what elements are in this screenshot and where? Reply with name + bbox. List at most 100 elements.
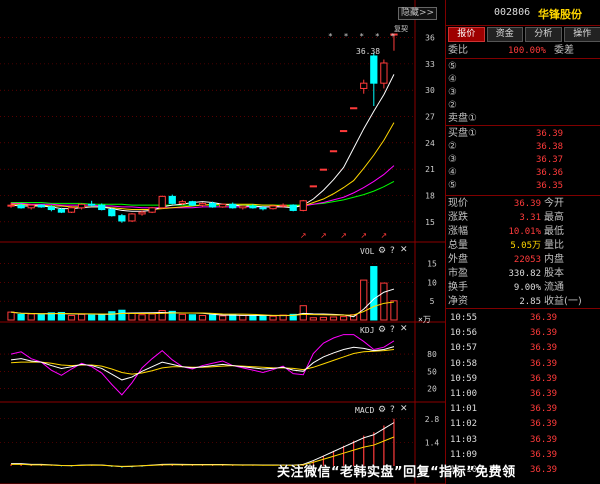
candle-body[interactable] [339,130,348,133]
quote-value: 22053 [513,255,541,265]
candle-body[interactable] [319,168,328,171]
sell-row[interactable]: ③ [446,86,600,99]
quote-label-2: 收益(一) [544,296,582,307]
vol-gear-icon[interactable]: ⚙ [378,246,386,256]
candle-body[interactable] [299,200,307,211]
tab-quote[interactable]: 报价 [448,27,485,42]
candle-body[interactable] [249,205,257,209]
volume-bar [319,316,328,321]
kdj-gear-icon[interactable]: ⚙ [378,325,386,335]
candle-body[interactable] [108,209,116,217]
buy-row[interactable]: ③ 36.37 [446,153,600,166]
tick-row: 10:55 36.39 [446,311,600,324]
candle-body[interactable] [188,201,197,206]
sell-level-label: ② [448,100,457,111]
candle-body[interactable] [380,62,388,84]
vol-label: VOL [360,247,375,256]
sell-row[interactable]: 卖盘① [446,112,600,125]
vol-close-icon[interactable]: ✕ [400,245,408,255]
candle-body[interactable] [178,201,186,204]
tick-time: 10:56 [450,328,478,339]
tick-price: 36.39 [530,373,558,384]
candle-body[interactable] [208,202,217,208]
volume-bar [390,300,398,321]
volume-bar [299,305,307,321]
quote-row: 外盘 22053 内盘 [446,253,600,266]
candle-body[interactable] [17,204,25,209]
candle-body[interactable] [118,215,126,222]
candle-body[interactable] [229,203,237,209]
candle-body[interactable] [329,150,338,153]
buy-level-label: ③ [448,154,457,165]
candle-body[interactable] [269,205,277,210]
sell-row[interactable]: ④ [446,73,600,86]
vol-unit: ×万 [418,315,431,324]
buy-row[interactable]: 买盘① 36.39 [446,127,600,140]
candle-body[interactable] [158,195,166,209]
candle-body[interactable] [128,213,136,222]
macd-close-icon[interactable]: ✕ [400,404,408,414]
candle-body[interactable] [7,204,15,207]
volume-bar [380,282,388,321]
candle-body[interactable] [259,207,267,210]
candle-body[interactable] [239,205,247,209]
quote-value: 2.85 [519,297,541,307]
candle-body[interactable] [219,203,227,208]
volume-bar [108,311,116,321]
candle-body[interactable] [370,55,378,84]
buy-row[interactable]: ② 36.38 [446,140,600,153]
tick-price: 36.39 [530,328,558,339]
watermark-text: 关注微信“老韩实盘”回复“指标”免费领 [277,465,516,480]
volume-bar [27,313,35,321]
sell-row[interactable]: ② [446,99,600,112]
hide-button[interactable]: 隐藏>> [398,7,438,20]
candle-body[interactable] [360,82,368,89]
kdj-tick-label: 80 [427,350,437,359]
tick-time: 11:02 [450,419,478,430]
divider [446,58,600,59]
tab-operate[interactable]: 操作 [563,27,600,42]
candle-body[interactable] [88,203,96,206]
candle-body[interactable] [350,107,358,110]
sell-row[interactable]: ⑤ [446,60,600,73]
kdj-tick-label: 50 [427,367,437,376]
candle-body[interactable] [47,206,55,211]
divider [446,125,600,126]
quote-label: 净资 [448,296,468,307]
candle-body[interactable] [138,211,146,215]
quote-row: 现价 36.39 今开 [446,197,600,210]
candle-body[interactable] [57,209,66,213]
volume-bar [118,309,126,321]
candle-body[interactable] [168,195,176,204]
vol-help-icon[interactable]: ? [390,246,395,256]
candle-body[interactable] [67,207,76,213]
macd-gear-icon[interactable]: ⚙ [378,405,386,415]
buy-row[interactable]: ⑤ 36.35 [446,179,600,192]
macd-help-icon[interactable]: ? [390,405,395,415]
kdj-close-icon[interactable]: ✕ [400,324,408,334]
buy-level-label: ⑤ [448,180,457,191]
kline-chart-area[interactable]: 36 33 30 27 24 21 18 15 ↗ ↗ ↗ ↗ ↗ 15 10 5 80 50 20 2.8 1.4 隐… [0,0,445,484]
price-tick-label: 30 [425,86,435,95]
buy-row[interactable]: ④ 36.36 [446,166,600,179]
candle-body[interactable] [37,204,45,208]
kdj-label: KDJ [360,326,375,335]
vol-tick-label: 5 [430,297,435,306]
kdj-j-line [10,334,395,396]
candle-body[interactable] [309,185,317,188]
tab-analysis[interactable]: 分析 [525,27,562,42]
candle-body[interactable] [279,204,287,207]
tab-funds[interactable]: 资金 [486,27,524,42]
quote-tabs: 报价 资金 分析 操作 [448,27,600,42]
quote-value: 3.31 [519,213,541,223]
candle-body[interactable] [198,202,207,206]
candle-body[interactable] [98,204,106,211]
weibi-value: 100.00% [508,46,546,56]
kdj-tick-label: 20 [427,385,437,394]
candle-body[interactable] [77,203,86,209]
kdj-help-icon[interactable]: ? [390,325,395,335]
candle-body[interactable] [289,204,297,211]
candle-body[interactable] [27,204,35,209]
candle-body[interactable] [148,207,156,213]
macd-tick-label: 2.8 [425,415,440,424]
